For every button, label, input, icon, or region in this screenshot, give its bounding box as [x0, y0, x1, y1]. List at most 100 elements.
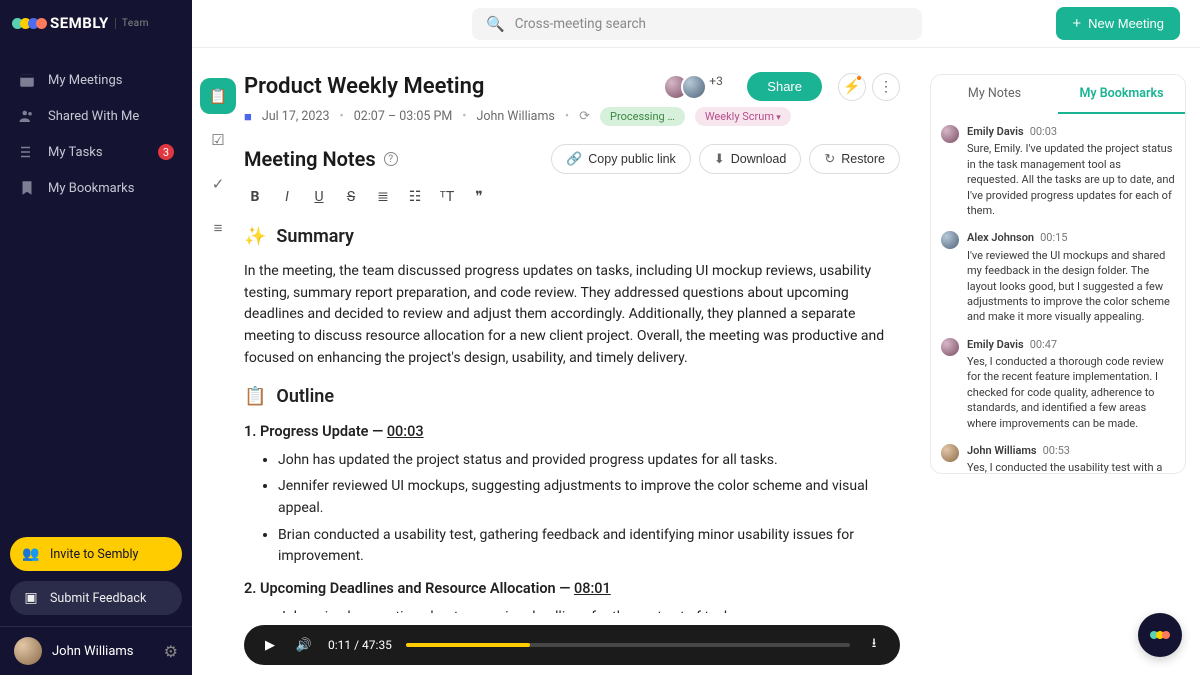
new-meeting-button[interactable]: New Meeting	[1056, 7, 1180, 40]
group-add-icon: 👥	[22, 546, 40, 562]
rail-lines-icon[interactable]: ≡	[200, 210, 236, 246]
outline-item: Jennifer reviewed UI mockups, suggesting…	[278, 476, 900, 519]
brand: SEMBLY Team	[0, 0, 192, 42]
sparkle-icon: ✨	[244, 223, 266, 251]
notes-body[interactable]: ✨ Summary In the meeting, the team discus…	[244, 219, 900, 613]
mute-button[interactable]: 🔊	[294, 638, 314, 653]
bookmark-avatar	[941, 338, 959, 356]
timestamp-link[interactable]: 08:01	[574, 580, 611, 597]
bookmark-timestamp[interactable]: 00:15	[1040, 231, 1067, 244]
tasks-icon	[18, 143, 36, 161]
main: 🔍 Cross-meeting search New Meeting 📋 ☑ ✓…	[192, 0, 1200, 675]
bookmark-timestamp[interactable]: 00:53	[1043, 444, 1070, 457]
brand-logo	[12, 18, 44, 29]
outline-section-heading: 1. Progress Update — 00:03	[244, 421, 900, 443]
bolt-icon[interactable]: ⚡	[838, 73, 866, 101]
rail-check-icon[interactable]: ✓	[200, 166, 236, 202]
underline-button[interactable]: U	[310, 189, 328, 205]
feedback-button[interactable]: ▣ Submit Feedback	[10, 581, 182, 615]
people-icon	[18, 107, 36, 125]
invite-label: Invite to Sembly	[50, 547, 138, 562]
nav-my-bookmarks[interactable]: My Bookmarks	[0, 170, 192, 206]
summary-text: In the meeting, the team discussed progr…	[244, 261, 900, 369]
rail-notes-icon[interactable]: 📋	[200, 78, 236, 114]
meeting-pane: Product Weekly Meeting +3 Share ⚡ ⋮ ■ Ju…	[244, 48, 920, 675]
invite-button[interactable]: 👥 Invite to Sembly	[10, 537, 182, 571]
copy-link-button[interactable]: 🔗Copy public link	[551, 144, 691, 174]
bookmark-text: I've reviewed the UI mockups and shared …	[967, 248, 1175, 325]
bookmark-avatar	[941, 231, 959, 249]
strike-button[interactable]: S	[342, 189, 360, 205]
avatar[interactable]	[681, 74, 707, 100]
play-button[interactable]: ▶	[260, 638, 280, 653]
share-button[interactable]: Share	[747, 72, 822, 101]
search-input[interactable]: 🔍 Cross-meeting search	[472, 8, 922, 40]
tab-my-notes[interactable]: My Notes	[931, 75, 1058, 114]
progress-bar[interactable]	[406, 643, 850, 647]
bookmark-text: Yes, I conducted a thorough code review …	[967, 354, 1175, 431]
bookmarks-list[interactable]: Emily Davis00:03 Sure, Emily. I've updat…	[931, 114, 1185, 473]
rail-tasks-icon[interactable]: ☑	[200, 122, 236, 158]
user-name: John Williams	[52, 644, 164, 659]
scrum-pill[interactable]: Weekly Scrum	[695, 107, 791, 126]
feedback-label: Submit Feedback	[50, 591, 146, 606]
notes-heading: Meeting Notes	[244, 147, 376, 171]
bookmark-timestamp[interactable]: 00:47	[1030, 338, 1057, 351]
current-user: John Williams ⚙	[0, 626, 192, 675]
timestamp-link[interactable]: 00:03	[387, 423, 424, 440]
rail: 📋 ☑ ✓ ≡	[192, 48, 244, 675]
bookmark-item[interactable]: Emily Davis 00:47 Yes, I conducted a thor…	[941, 337, 1175, 431]
outline-item: Brian conducted a usability test, gather…	[278, 525, 900, 568]
right-panel: My Notes My Bookmarks Emily Davis00:03 S…	[930, 74, 1186, 474]
download-audio-button[interactable]: ⭳	[864, 634, 884, 656]
brand-name: SEMBLY	[50, 14, 109, 32]
bookmark-item[interactable]: Emily Davis00:03 Sure, Emily. I've updat…	[941, 124, 1175, 218]
ulist-button[interactable]: ≣	[374, 189, 392, 205]
nav-shared-with-me[interactable]: Shared With Me	[0, 98, 192, 134]
download-icon: ⬇	[714, 151, 725, 167]
bold-button[interactable]: B	[246, 189, 264, 205]
audio-player: ▶ 🔊 0:11 / 47:35 ⭳	[244, 625, 900, 665]
bookmark-item[interactable]: Alex Johnson 00:15 I've reviewed the UI m…	[941, 230, 1175, 324]
bookmark-timestamp[interactable]: 00:03	[1030, 125, 1057, 138]
bookmark-icon	[18, 179, 36, 197]
nav-label: Shared With Me	[48, 109, 139, 124]
link-icon: 🔗	[566, 151, 582, 167]
textsize-button[interactable]: ᵀT	[438, 188, 456, 205]
sync-icon[interactable]: ⟳	[579, 109, 590, 124]
player-time: 0:11 / 47:35	[328, 638, 392, 652]
tab-my-bookmarks[interactable]: My Bookmarks	[1058, 75, 1185, 114]
outline-heading: Outline	[276, 383, 334, 411]
clipboard-icon: 📋	[244, 383, 266, 411]
summary-heading: Summary	[276, 223, 354, 251]
italic-button[interactable]: I	[278, 189, 296, 205]
nav-label: My Tasks	[48, 145, 103, 160]
attendee-avatars[interactable]: +3	[663, 74, 735, 100]
meeting-meta: ■ Jul 17, 2023 • 02:07 – 03:05 PM • John…	[244, 107, 900, 126]
more-icon[interactable]: ⋮	[872, 73, 900, 101]
bookmark-author: Emily Davis	[967, 125, 1024, 138]
meeting-host: John Williams	[477, 109, 555, 124]
avatar-overflow[interactable]: +3	[709, 74, 735, 100]
restore-button[interactable]: ↻Restore	[809, 144, 900, 174]
search-icon: 🔍	[486, 15, 505, 33]
bookmark-author: Emily Davis	[967, 338, 1024, 351]
search-placeholder: Cross-meeting search	[515, 16, 646, 32]
format-toolbar: B I U S ≣ ☷ ᵀT ❞	[244, 180, 900, 219]
feedback-icon: ▣	[22, 590, 40, 606]
nav-my-meetings[interactable]: My Meetings	[0, 62, 192, 98]
assistant-fab[interactable]	[1138, 613, 1182, 657]
settings-gear-icon[interactable]: ⚙	[164, 642, 178, 661]
download-button[interactable]: ⬇Download	[699, 144, 802, 174]
quote-button[interactable]: ❞	[470, 189, 488, 205]
bookmark-author: Alex Johnson	[967, 231, 1034, 244]
olist-button[interactable]: ☷	[406, 189, 424, 205]
nav-label: My Meetings	[48, 73, 122, 88]
nav-my-tasks[interactable]: My Tasks 3	[0, 134, 192, 170]
user-avatar[interactable]	[14, 637, 42, 665]
help-icon[interactable]: ?	[384, 152, 398, 166]
nav-label: My Bookmarks	[48, 181, 134, 196]
brand-sub: Team	[115, 18, 149, 29]
bookmark-item[interactable]: John Williams00:53 Yes, I conducted the …	[941, 443, 1175, 473]
bookmark-text: Yes, I conducted the usability test with…	[967, 460, 1175, 473]
